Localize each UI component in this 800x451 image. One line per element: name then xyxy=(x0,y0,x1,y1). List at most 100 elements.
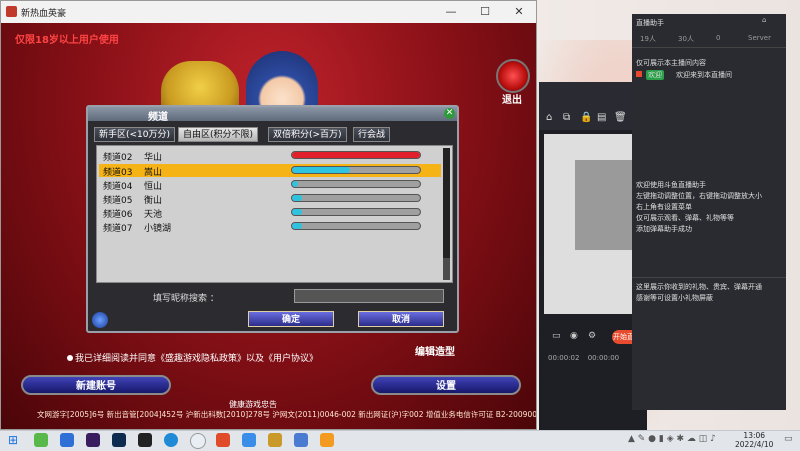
channel-load-bar xyxy=(291,222,421,230)
tray-icons[interactable]: ▲ ✎ ● ▮ ◈ ✱ ☁ ◫ ♪ xyxy=(628,434,716,444)
game-app-icon xyxy=(6,6,17,17)
channel-name: 频道02 xyxy=(103,153,133,163)
channel-row[interactable]: 频道02 华山 xyxy=(99,149,441,163)
layers-icon[interactable]: ▤ xyxy=(597,112,606,123)
app-icon-4[interactable] xyxy=(242,433,256,447)
gift-msg-1: 这里展示你收到的礼物、贵宾、弹幕开通 xyxy=(636,283,762,291)
minimize-button[interactable]: — xyxy=(434,3,468,21)
ok-button[interactable]: 确定 xyxy=(248,311,334,327)
agreement-line[interactable]: 我已详细阅读并同意《盛趣游戏隐私政策》以及《用户协议》 xyxy=(67,351,318,364)
channel-load-fill xyxy=(292,181,299,187)
panel-header: 直播助手 xyxy=(636,19,664,27)
channel-load-fill xyxy=(292,152,420,158)
channel-load-bar xyxy=(291,151,421,159)
panel-divider-2 xyxy=(632,277,786,278)
channel-name: 频道04 xyxy=(103,182,133,192)
channel-dialog: 频道 ✕ 新手区(<10万分) 自由区(积分不限) 双倍积分(>百万) 行会战 … xyxy=(86,105,459,333)
channel-load-fill xyxy=(292,195,303,201)
channel-line-name: 天池 xyxy=(144,210,163,220)
stream-time-left: 00:00:02 xyxy=(548,354,580,362)
close-window-button[interactable]: ✕ xyxy=(502,3,536,21)
tab-free[interactable]: 自由区(积分不限) xyxy=(178,127,259,142)
notification-icon[interactable]: ▭ xyxy=(784,434,793,444)
channel-scrollbar[interactable] xyxy=(443,148,450,280)
channel-row[interactable]: 频道05 衡山 xyxy=(99,192,441,206)
exit-label: 退出 xyxy=(502,95,522,106)
live-assistant-panel: 直播助手 ⌂ 19人 30人 0 Server 仅可展示本主播间内容 欢迎 欢迎… xyxy=(632,14,786,410)
game-window-title: 新热血英豪 xyxy=(21,9,67,19)
dialog-title: 频道 xyxy=(148,112,168,123)
gift-msg-2: 感谢等可设置小礼物屏蔽 xyxy=(636,294,713,302)
panel-intro: 仅可展示本主播间内容 xyxy=(636,59,706,67)
clock[interactable]: 13:06 2022/4/10 xyxy=(735,431,773,449)
exit-button[interactable] xyxy=(496,59,530,93)
gift-stat: 0 xyxy=(716,34,721,42)
channel-row[interactable]: 频道07 小镜湖 xyxy=(99,220,441,234)
gear-icon[interactable]: ⚙ xyxy=(588,331,596,341)
follower-stat: 30人 xyxy=(678,35,694,43)
app-icon-1[interactable] xyxy=(34,433,48,447)
penguin-chat-icon[interactable] xyxy=(138,433,152,447)
channel-line-name: 嵩山 xyxy=(144,168,163,178)
channel-line-name: 小镜湖 xyxy=(144,224,172,234)
pin-icon[interactable]: ⌂ xyxy=(762,16,766,24)
eye-icon[interactable]: ◉ xyxy=(570,331,578,341)
copy-icon[interactable]: ⧉ xyxy=(563,112,570,123)
scrollbar-thumb[interactable] xyxy=(443,148,450,258)
channel-line-name: 恒山 xyxy=(144,182,163,192)
channel-row[interactable]: 频道03 嵩山 xyxy=(99,164,441,178)
age-warning: 仅限18岁以上用户使用 xyxy=(15,35,119,46)
panel-divider xyxy=(632,47,786,48)
fire-icon xyxy=(636,71,642,77)
license-text: 文网游字[2005]6号 新出音管[2004]452号 沪新出科数[2010]2… xyxy=(37,410,537,419)
search-label: 填写昵称搜索 ： xyxy=(153,294,219,304)
cancel-button[interactable]: 取消 xyxy=(358,311,444,327)
info-msg-5: 添加弹幕助手成功 xyxy=(636,225,692,233)
channel-load-fill xyxy=(292,167,350,173)
app-icon-6[interactable] xyxy=(320,433,334,447)
settings-button[interactable]: 设置 xyxy=(371,375,521,395)
app-icon-2[interactable] xyxy=(60,433,74,447)
tab-guild[interactable]: 行会战 xyxy=(353,127,391,142)
channel-row[interactable]: 频道04 恒山 xyxy=(99,178,441,192)
photoshop-icon[interactable] xyxy=(112,433,126,447)
channel-list: 频道02 华山频道03 嵩山频道04 恒山 频道05 衡山 频道06 天池频道07 小镜湖 xyxy=(96,145,453,283)
edit-outfit-button[interactable]: 编辑造型 xyxy=(415,343,455,358)
dialog-titlebar[interactable]: 频道 ✕ xyxy=(88,107,457,123)
trash-icon[interactable]: 🗑 xyxy=(614,112,627,123)
lock-icon[interactable]: 🔒 xyxy=(580,112,592,123)
camera-icon[interactable]: ▭ xyxy=(552,331,561,341)
premiere-icon[interactable] xyxy=(86,433,100,447)
tab-novice[interactable]: 新手区(<10万分) xyxy=(94,127,176,142)
windows-start-icon[interactable]: ⊞ xyxy=(8,433,18,447)
nickname-search-input[interactable] xyxy=(294,289,444,303)
channel-load-bar xyxy=(291,180,421,188)
edge-icon[interactable] xyxy=(164,433,178,447)
welcome-badge: 欢迎 xyxy=(646,70,664,80)
channel-name: 频道03 xyxy=(103,168,133,178)
maximize-button[interactable]: ☐ xyxy=(468,3,502,21)
info-msg-4: 仅可展示观看、弹幕、礼物等等 xyxy=(636,214,734,222)
channel-name: 频道07 xyxy=(103,224,133,234)
refresh-app-icon[interactable] xyxy=(190,433,206,449)
preview-inner-thumbnail xyxy=(575,160,635,250)
clock-date: 2022/4/10 xyxy=(735,440,774,449)
agree-radio-icon[interactable] xyxy=(67,355,73,361)
channel-load-bar xyxy=(291,194,421,202)
refresh-icon[interactable] xyxy=(92,312,108,328)
tab-double[interactable]: 双倍积分(>百万) xyxy=(268,127,347,142)
home-icon[interactable]: ⌂ xyxy=(546,112,552,123)
channel-row[interactable]: 频道06 天池 xyxy=(99,206,441,220)
welcome-message: 欢迎来到本直播间 xyxy=(676,71,732,79)
app-icon-5[interactable] xyxy=(294,433,308,447)
game-taskbar-icon[interactable] xyxy=(268,433,282,447)
channel-load-bar xyxy=(291,208,421,216)
channel-line-name: 华山 xyxy=(144,153,163,163)
app-icon-3[interactable] xyxy=(216,433,230,447)
channel-load-fill xyxy=(292,223,303,229)
new-account-button[interactable]: 新建账号 xyxy=(21,375,171,395)
game-titlebar[interactable]: 新热血英豪 — ☐ ✕ xyxy=(1,1,536,24)
dialog-close-icon[interactable]: ✕ xyxy=(444,108,455,119)
server-stat: Server xyxy=(748,34,771,42)
info-msg-3: 右上角有设置菜单 xyxy=(636,203,692,211)
